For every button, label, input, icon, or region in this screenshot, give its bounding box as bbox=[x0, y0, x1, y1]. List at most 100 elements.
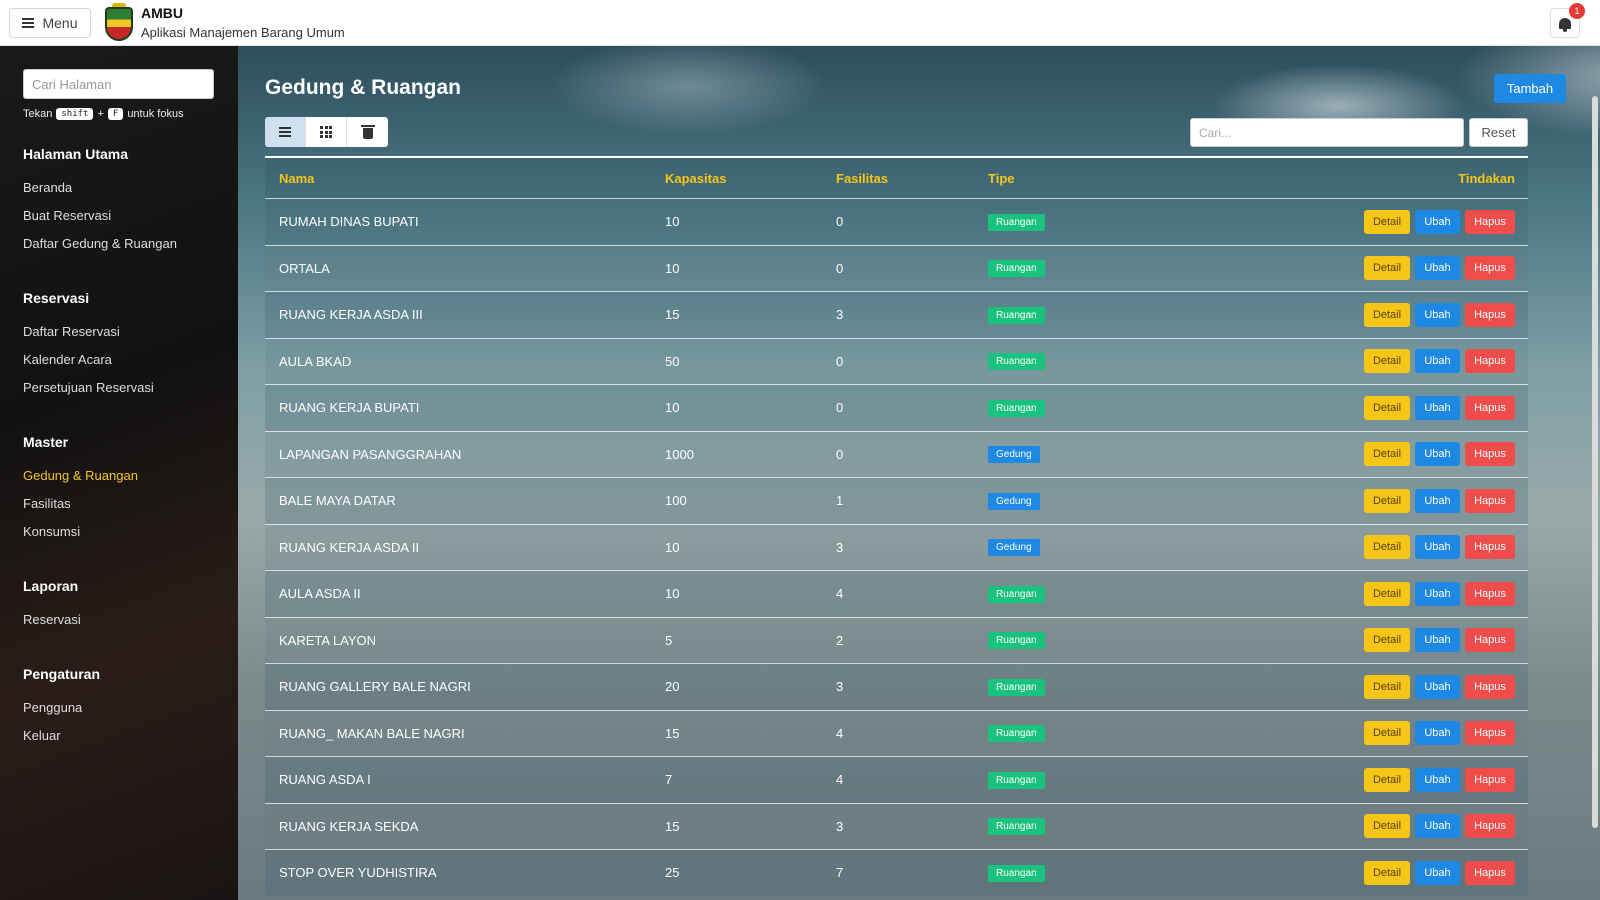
delete-button[interactable]: Hapus bbox=[1465, 442, 1515, 467]
search-input[interactable]: Cari... bbox=[1190, 118, 1464, 147]
top-bar: Menu AMBU Aplikasi Manajemen Barang Umum… bbox=[0, 0, 1600, 46]
delete-button[interactable]: Hapus bbox=[1465, 581, 1515, 606]
list-view-button[interactable] bbox=[265, 117, 306, 147]
sidebar-section-title: Halaman Utama bbox=[23, 146, 129, 162]
table-header: Nama Kapasitas Fasilitas Tipe Tindakan bbox=[265, 156, 1528, 198]
cell-kapasitas: 10 bbox=[665, 586, 680, 602]
detail-button[interactable]: Detail bbox=[1364, 628, 1410, 653]
scrollbar[interactable] bbox=[1592, 96, 1598, 828]
edit-button[interactable]: Ubah bbox=[1415, 674, 1460, 699]
cell-tipe: Ruangan bbox=[988, 585, 1348, 603]
delete-button[interactable]: Hapus bbox=[1465, 349, 1515, 374]
detail-button[interactable]: Detail bbox=[1364, 814, 1410, 839]
sidebar-item[interactable]: Keluar bbox=[23, 728, 238, 756]
cell-nama: AULA ASDA II bbox=[279, 586, 361, 602]
detail-button[interactable]: Detail bbox=[1364, 349, 1410, 374]
sidebar-item[interactable]: Konsumsi bbox=[23, 524, 238, 552]
detail-button[interactable]: Detail bbox=[1364, 442, 1410, 467]
cell-actions: Detail Ubah Hapus bbox=[1348, 395, 1528, 420]
sidebar-item[interactable]: Kalender Acara bbox=[23, 352, 238, 380]
detail-button[interactable]: Detail bbox=[1364, 535, 1410, 560]
edit-button[interactable]: Ubah bbox=[1415, 581, 1460, 606]
edit-button[interactable]: Ubah bbox=[1415, 721, 1460, 746]
table-row: ORTALA 10 0 Ruangan Detail Ubah Hapus bbox=[265, 244, 1528, 291]
delete-button[interactable]: Hapus bbox=[1465, 767, 1515, 792]
edit-button[interactable]: Ubah bbox=[1415, 814, 1460, 839]
trash-button[interactable] bbox=[347, 117, 388, 147]
menu-button[interactable]: Menu bbox=[9, 7, 91, 38]
cell-nama: RUANG KERJA ASDA II bbox=[279, 539, 420, 555]
table-row: RUANG_ MAKAN BALE NAGRI 15 4 Ruangan Det… bbox=[265, 709, 1528, 756]
sidebar-item[interactable]: Pengguna bbox=[23, 700, 238, 728]
sidebar-item[interactable]: Gedung & Ruangan bbox=[23, 468, 238, 496]
detail-button[interactable]: Detail bbox=[1364, 767, 1410, 792]
delete-button[interactable]: Hapus bbox=[1465, 814, 1515, 839]
page-search-input[interactable]: Cari Halaman bbox=[23, 69, 214, 99]
search-hint: Tekan shift + F untuk fokus bbox=[23, 108, 238, 120]
edit-button[interactable]: Ubah bbox=[1415, 628, 1460, 653]
table-row: RUMAH DINAS BUPATI 10 0 Ruangan Detail U… bbox=[265, 198, 1528, 245]
cell-actions: Detail Ubah Hapus bbox=[1348, 860, 1528, 885]
cell-nama: STOP OVER YUDHISTIRA bbox=[279, 865, 437, 881]
list-icon bbox=[279, 127, 291, 137]
sidebar-section: Reservasi Daftar Reservasi Kalender Acara P… bbox=[23, 290, 238, 408]
sidebar-item[interactable]: Reservasi bbox=[23, 612, 238, 640]
delete-button[interactable]: Hapus bbox=[1465, 488, 1515, 513]
edit-button[interactable]: Ubah bbox=[1415, 302, 1460, 327]
sidebar-item[interactable]: Daftar Gedung & Ruangan bbox=[23, 236, 238, 264]
add-button[interactable]: Tambah bbox=[1494, 74, 1566, 103]
grid-view-button[interactable] bbox=[306, 117, 347, 147]
sidebar-item[interactable]: Beranda bbox=[23, 180, 238, 208]
delete-button[interactable]: Hapus bbox=[1465, 395, 1515, 420]
cell-actions: Detail Ubah Hapus bbox=[1348, 488, 1528, 513]
detail-button[interactable]: Detail bbox=[1364, 302, 1410, 327]
detail-button[interactable]: Detail bbox=[1364, 395, 1410, 420]
cell-fasilitas: 7 bbox=[836, 865, 844, 881]
detail-button[interactable]: Detail bbox=[1364, 488, 1410, 513]
sidebar-item[interactable]: Daftar Reservasi bbox=[23, 324, 238, 352]
bell-icon bbox=[1559, 17, 1571, 32]
delete-button[interactable]: Hapus bbox=[1465, 721, 1515, 746]
sidebar-item[interactable]: Fasilitas bbox=[23, 496, 238, 524]
rooms-table: Nama Kapasitas Fasilitas Tipe Tindakan R… bbox=[265, 156, 1528, 896]
edit-button[interactable]: Ubah bbox=[1415, 442, 1460, 467]
delete-button[interactable]: Hapus bbox=[1465, 535, 1515, 560]
edit-button[interactable]: Ubah bbox=[1415, 535, 1460, 560]
hint-plus: + bbox=[97, 108, 104, 120]
detail-button[interactable]: Detail bbox=[1364, 209, 1410, 234]
delete-button[interactable]: Hapus bbox=[1465, 209, 1515, 234]
cell-actions: Detail Ubah Hapus bbox=[1348, 674, 1528, 699]
app-logo bbox=[105, 2, 133, 41]
sidebar-item[interactable]: Buat Reservasi bbox=[23, 208, 238, 236]
detail-button[interactable]: Detail bbox=[1364, 581, 1410, 606]
delete-button[interactable]: Hapus bbox=[1465, 674, 1515, 699]
detail-button[interactable]: Detail bbox=[1364, 256, 1410, 281]
delete-button[interactable]: Hapus bbox=[1465, 628, 1515, 653]
cell-fasilitas: 0 bbox=[836, 260, 844, 276]
table-row: BALE MAYA DATAR 100 1 Gedung Detail Ubah… bbox=[265, 477, 1528, 524]
notification-badge: 1 bbox=[1569, 3, 1585, 19]
delete-button[interactable]: Hapus bbox=[1465, 860, 1515, 885]
detail-button[interactable]: Detail bbox=[1364, 860, 1410, 885]
cell-tipe: Ruangan bbox=[988, 678, 1348, 696]
reset-button[interactable]: Reset bbox=[1469, 118, 1528, 147]
type-badge: Ruangan bbox=[988, 213, 1045, 231]
cell-tipe: Ruangan bbox=[988, 631, 1348, 650]
edit-button[interactable]: Ubah bbox=[1415, 395, 1460, 420]
edit-button[interactable]: Ubah bbox=[1415, 349, 1460, 374]
cell-fasilitas: 2 bbox=[836, 632, 844, 648]
detail-button[interactable]: Detail bbox=[1364, 721, 1410, 746]
edit-button[interactable]: Ubah bbox=[1415, 860, 1460, 885]
delete-button[interactable]: Hapus bbox=[1465, 256, 1515, 281]
cell-kapasitas: 50 bbox=[665, 353, 680, 369]
cell-actions: Detail Ubah Hapus bbox=[1348, 581, 1528, 606]
edit-button[interactable]: Ubah bbox=[1415, 209, 1460, 234]
edit-button[interactable]: Ubah bbox=[1415, 256, 1460, 281]
edit-button[interactable]: Ubah bbox=[1415, 767, 1460, 792]
cell-kapasitas: 10 bbox=[665, 260, 680, 276]
notification-button[interactable]: 1 bbox=[1550, 3, 1585, 38]
detail-button[interactable]: Detail bbox=[1364, 674, 1410, 699]
edit-button[interactable]: Ubah bbox=[1415, 488, 1460, 513]
delete-button[interactable]: Hapus bbox=[1465, 302, 1515, 327]
sidebar-item[interactable]: Persetujuan Reservasi bbox=[23, 380, 238, 408]
